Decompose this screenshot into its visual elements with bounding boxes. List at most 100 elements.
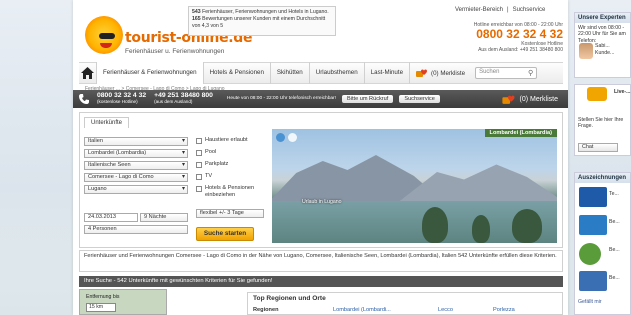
slider-dots bbox=[276, 133, 297, 142]
photo-region-tag[interactable]: Lombardei (Lombardia) bbox=[484, 129, 557, 137]
option-hotels[interactable]: Hotels & Pensionen einbeziehen bbox=[196, 185, 274, 199]
distance-map[interactable]: Entfernung bis 15 km bbox=[79, 289, 167, 315]
results-bar: Ihre Suche - 542 Unterkünfte mit gewünsc… bbox=[79, 276, 563, 287]
merkliste-label: (0) Merkliste bbox=[431, 69, 466, 77]
lake-select[interactable]: Comersee - Lago di Como bbox=[84, 173, 188, 182]
mouth-icon bbox=[100, 43, 112, 48]
option-label: Hotels & Pensionen einbeziehen bbox=[205, 185, 255, 198]
callback-button[interactable]: Bitte um Rückruf bbox=[341, 95, 394, 103]
search-icon[interactable]: ⚲ bbox=[528, 69, 533, 77]
region-link[interactable]: Lecco bbox=[438, 307, 453, 313]
lakes-select[interactable]: Italienische Seen bbox=[84, 161, 188, 170]
tree bbox=[422, 207, 448, 243]
award-text: Te... bbox=[609, 191, 619, 197]
nav-last-minute[interactable]: Last-Minute bbox=[365, 62, 411, 84]
checkbox[interactable] bbox=[196, 137, 202, 144]
hotline-box: Hotline erreichbar von 08:00 - 22:00 Uhr… bbox=[451, 22, 563, 53]
distance-select[interactable]: 15 km bbox=[86, 303, 116, 312]
distance-label: Entfernung bis bbox=[86, 294, 120, 300]
home-icon bbox=[81, 67, 94, 79]
heart-suitcase-icon bbox=[416, 69, 428, 77]
expert-role: Kunde... bbox=[595, 50, 615, 56]
option-parking[interactable]: Parkplatz bbox=[196, 161, 274, 168]
heart-suitcase-icon bbox=[502, 95, 515, 104]
nav-themes[interactable]: Urlaubsthemen bbox=[310, 62, 365, 84]
review-count: 165 bbox=[192, 16, 201, 22]
nights-select[interactable]: 9 Nächte bbox=[140, 213, 188, 222]
checkbox[interactable] bbox=[196, 161, 202, 168]
bar-phone-abroad-note: (aus dem Ausland) bbox=[154, 99, 193, 104]
sticky-contact-bar: 0800 32 32 4 32 (kostenlose Hotline) +49 … bbox=[73, 90, 568, 108]
checkbox[interactable] bbox=[196, 173, 202, 180]
region-link[interactable]: Lombardei (Lombardi... bbox=[333, 307, 391, 313]
avatar bbox=[579, 43, 593, 59]
destination-photo: Lombardei (Lombardia) Urlaub in Lugano bbox=[272, 129, 557, 243]
listing-count: 543 bbox=[192, 9, 201, 15]
bar-phone-free-number: 0800 32 32 4 32 bbox=[97, 92, 147, 99]
search-placeholder: Suchen bbox=[479, 69, 500, 75]
review-text: Bewertungen unserer Kunden mit einem Dur… bbox=[192, 16, 326, 29]
live-chat-card: Live-... Stellen Sie hier Ihre Frage. Ch… bbox=[574, 84, 631, 156]
stats-box: 543 Ferienhäuser, Ferienwohnungen und Ho… bbox=[188, 6, 336, 36]
chat-title: Live-... bbox=[614, 89, 631, 95]
facebook-like-link[interactable]: Gefällt mir bbox=[575, 297, 605, 307]
award-text: Be... bbox=[609, 247, 620, 253]
option-label: Pool bbox=[205, 149, 217, 155]
region-link[interactable]: Porlezza bbox=[493, 307, 515, 313]
search-service-link[interactable]: Suchservice bbox=[513, 7, 546, 13]
checkbox[interactable] bbox=[196, 149, 202, 156]
slider-dot[interactable] bbox=[276, 133, 285, 142]
bar-merkliste[interactable]: (0) Merkliste bbox=[502, 94, 558, 105]
option-tv[interactable]: TV bbox=[196, 173, 274, 180]
awards-title: Auszeichnungen bbox=[575, 173, 630, 183]
arrival-date-input[interactable]: 24.03.2013 bbox=[84, 213, 138, 222]
slider-dot[interactable] bbox=[288, 133, 297, 142]
chat-button[interactable]: Chat bbox=[578, 143, 618, 152]
landlord-link[interactable]: Vermieter-Bereich bbox=[455, 7, 503, 13]
bar-phone-abroad[interactable]: +49 251 38480 800 (aus dem Ausland) bbox=[154, 92, 213, 105]
top-links: Vermieter-Bereich | Suchservice bbox=[453, 7, 547, 13]
phone-icon bbox=[79, 94, 89, 104]
experts-card: Unsere Experten Wir sind von 08:00 - 22:… bbox=[574, 12, 631, 78]
bar-hours: Heute von 08:00 - 22:00 Uhr telefonisch … bbox=[226, 96, 336, 101]
country-select[interactable]: Italien bbox=[84, 137, 188, 146]
tab-accommodations[interactable]: Unterkünfte bbox=[84, 117, 130, 128]
tuev-badge-icon[interactable] bbox=[579, 187, 607, 207]
sunglasses-icon bbox=[99, 33, 115, 39]
rating-badge-icon[interactable] bbox=[579, 215, 607, 235]
main-nav: Ferienhäuser & Ferienwohnungen Hotels & … bbox=[79, 62, 563, 84]
right-sidebar: Unsere Experten Wir sind von 08:00 - 22:… bbox=[574, 6, 631, 315]
nav-merkliste[interactable]: (0) Merkliste bbox=[410, 68, 471, 78]
search-service-button[interactable]: Suchservice bbox=[399, 95, 440, 103]
award-badge-icon[interactable] bbox=[579, 271, 607, 291]
hotline-number[interactable]: 0800 32 32 4 32 bbox=[451, 28, 563, 41]
experts-title: Unsere Experten bbox=[575, 13, 630, 23]
option-label: Haustiere erlaubt bbox=[205, 137, 248, 143]
expert-name: Sabi... bbox=[595, 43, 610, 49]
awards-card: Auszeichnungen Te... Be... Be... Be... G… bbox=[574, 172, 631, 315]
persons-select[interactable]: 4 Personen bbox=[84, 225, 188, 234]
separator: | bbox=[507, 7, 509, 13]
option-pets[interactable]: Haustiere erlaubt bbox=[196, 137, 274, 144]
nav-hotels[interactable]: Hotels & Pensionen bbox=[204, 62, 271, 84]
search-submit-button[interactable]: Suche starten bbox=[196, 227, 254, 241]
place-select[interactable]: Lugano bbox=[84, 185, 188, 194]
nav-ski-huts[interactable]: Skihütten bbox=[271, 62, 310, 84]
nav-holiday-homes[interactable]: Ferienhäuser & Ferienwohnungen bbox=[97, 62, 204, 84]
home-button[interactable] bbox=[79, 62, 97, 84]
bar-merkliste-label: (0) Merkliste bbox=[519, 95, 558, 103]
hotline-abroad: Aus dem Ausland: +49 251 38480 800 bbox=[478, 47, 563, 53]
flex-select[interactable]: flexibel +/- 3 Tage bbox=[196, 209, 264, 218]
bar-phone-free[interactable]: 0800 32 32 4 32 (kostenlose Hotline) bbox=[97, 92, 147, 105]
photo-caption: Urlaub in Lugano bbox=[302, 199, 342, 205]
region-select[interactable]: Lombardei (Lombardia) bbox=[84, 149, 188, 158]
award-text: Be... bbox=[609, 219, 620, 225]
seal-badge-icon[interactable] bbox=[579, 243, 601, 265]
chat-bubble-icon bbox=[587, 87, 607, 101]
search-input[interactable]: Suchen ⚲ bbox=[475, 67, 538, 79]
checkbox[interactable] bbox=[196, 185, 202, 192]
sun-mascot-icon bbox=[85, 16, 123, 54]
option-label: Parkplatz bbox=[205, 161, 229, 167]
option-pool[interactable]: Pool bbox=[196, 149, 274, 156]
main-page: tourist-online.de Ferienhäuser u. Ferien… bbox=[73, 0, 568, 315]
